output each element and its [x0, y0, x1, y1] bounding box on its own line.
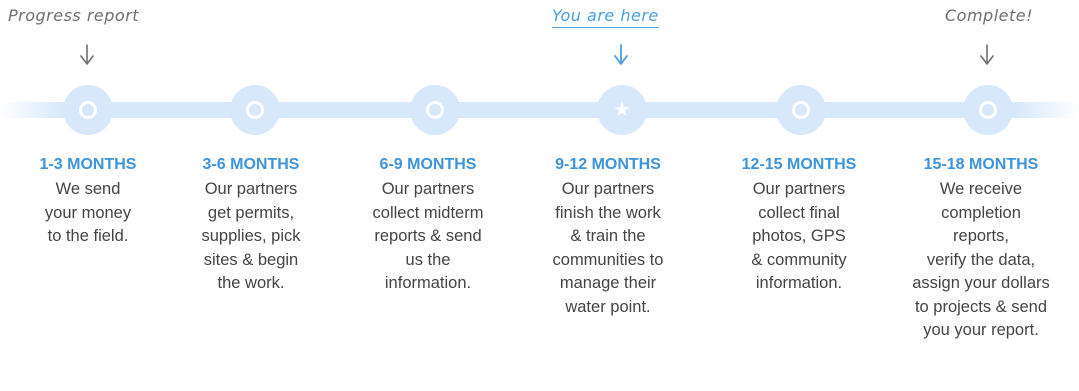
- stage-description: Our partners collect midterm reports & s…: [372, 180, 484, 292]
- timeline-node-current: ★: [597, 85, 647, 135]
- complete-note: Complete!: [945, 6, 1034, 25]
- timeline-node: [63, 85, 113, 135]
- stage-label: 6-9 MONTHS: [379, 156, 477, 173]
- dot-icon: [979, 101, 997, 119]
- dot-icon: [79, 101, 97, 119]
- stage-label: 1-3 MONTHS: [39, 156, 137, 173]
- timeline-node: [963, 85, 1013, 135]
- progress-timeline: Progress report You are here Complete! ★…: [0, 0, 1079, 391]
- star-icon: ★: [613, 99, 631, 121]
- stage-column: 9-12 MONTHS Our partners finish the work…: [528, 154, 688, 319]
- stage-column: 3-6 MONTHS Our partners get permits, sup…: [171, 154, 331, 296]
- stage-description: Our partners get permits, supplies, pick…: [201, 180, 301, 292]
- stage-description: We receive completion reports, verify th…: [912, 180, 1050, 339]
- stage-label: 15-18 MONTHS: [923, 156, 1039, 173]
- stage-label: 12-15 MONTHS: [741, 156, 857, 173]
- stage-description: Our partners collect final photos, GPS &…: [751, 180, 847, 292]
- timeline-node: [776, 85, 826, 135]
- stage-description: We send your money to the field.: [44, 180, 132, 245]
- stage-label: 3-6 MONTHS: [202, 156, 300, 173]
- stage-label: 9-12 MONTHS: [555, 156, 661, 173]
- timeline-track: [0, 102, 1079, 118]
- stage-column: 6-9 MONTHS Our partners collect midterm …: [348, 154, 508, 296]
- stage-column: 15-18 MONTHS We receive completion repor…: [901, 154, 1061, 343]
- dot-icon: [426, 101, 444, 119]
- down-arrow-icon: [80, 44, 94, 65]
- dot-icon: [246, 101, 264, 119]
- stage-description: Our partners finish the work & train the…: [552, 180, 664, 316]
- down-arrow-icon: [614, 44, 628, 65]
- timeline-node: [410, 85, 460, 135]
- dot-icon: [792, 101, 810, 119]
- down-arrow-icon: [980, 44, 994, 65]
- stage-column: 1-3 MONTHS We send your money to the fie…: [8, 154, 168, 249]
- you-are-here-label: You are here: [552, 6, 659, 28]
- you-are-here-note: You are here: [552, 6, 659, 28]
- timeline-node: [230, 85, 280, 135]
- stage-column: 12-15 MONTHS Our partners collect final …: [719, 154, 879, 296]
- progress-report-note: Progress report: [8, 6, 140, 25]
